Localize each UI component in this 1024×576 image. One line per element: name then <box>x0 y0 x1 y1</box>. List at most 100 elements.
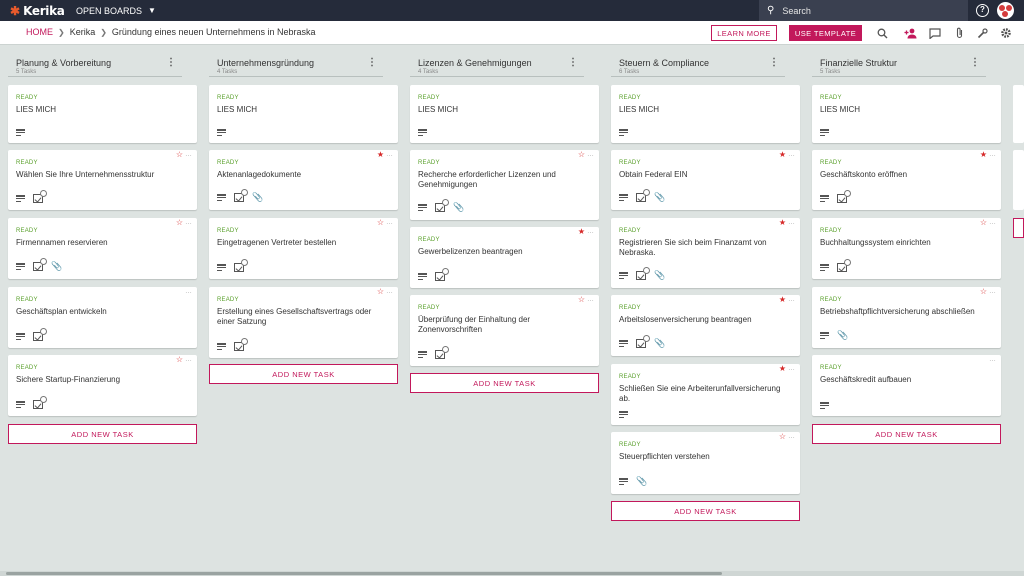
more-vertical-icon[interactable]: ⋮ <box>970 57 980 68</box>
add-new-task-button[interactable]: ADD NEW TASK <box>410 373 599 393</box>
card-more-icon[interactable]: … <box>788 365 795 372</box>
breadcrumb-home[interactable]: HOME <box>26 27 53 37</box>
search-placeholder: Search <box>782 5 811 16</box>
task-card[interactable]: READY Betriebshaftpflichtversicherung abs… <box>812 287 1001 348</box>
task-card[interactable]: READY Aktenanlagedokumente ★… 📎 <box>209 150 398 210</box>
task-card[interactable]: READY Sichere Startup-Finanzierung ☆… <box>8 355 197 416</box>
search-input[interactable]: ⚲ Search <box>759 0 968 21</box>
description-icon <box>16 263 25 270</box>
star-filled-icon[interactable]: ★ <box>779 150 786 159</box>
more-vertical-icon[interactable]: ⋮ <box>166 57 176 68</box>
star-filled-icon[interactable]: ★ <box>779 218 786 227</box>
learn-more-button[interactable]: LEARN MORE <box>711 25 777 41</box>
task-card[interactable]: READY Geschäftsplan entwickeln… <box>8 287 197 348</box>
avatar[interactable] <box>997 2 1014 19</box>
card-more-icon[interactable]: … <box>989 151 996 158</box>
star-outline-icon[interactable]: ☆ <box>176 150 183 159</box>
card-more-icon[interactable]: … <box>185 356 192 363</box>
task-card[interactable]: READY Gewerbelizenzen beantragen ★… <box>410 227 599 288</box>
task-card[interactable]: READY Geschäftskredit aufbauen… <box>812 355 1001 416</box>
description-icon <box>619 478 628 485</box>
star-outline-icon[interactable]: ☆ <box>176 355 183 364</box>
add-new-task-button[interactable]: ADD NEW TASK <box>812 424 1001 444</box>
add-new-task-button[interactable]: ADD NEW TASK <box>209 364 398 384</box>
star-filled-icon[interactable]: ★ <box>980 150 987 159</box>
card-more-icon[interactable]: … <box>788 151 795 158</box>
card-more-icon[interactable]: … <box>788 296 795 303</box>
add-user-icon[interactable] <box>903 26 917 40</box>
horizontal-scrollbar[interactable] <box>0 571 1024 576</box>
wrench-icon[interactable] <box>975 26 989 40</box>
task-card[interactable]: READY Steuerpflichten verstehen ☆… 📎 <box>611 432 800 494</box>
add-new-task-button[interactable]: ADD NEW TASK <box>611 501 800 521</box>
add-new-task-button[interactable]: ADD NEW TASK <box>8 424 197 444</box>
more-vertical-icon[interactable]: ⋮ <box>568 57 578 68</box>
task-card[interactable]: READY Buchhaltungssystem einrichten ☆… <box>812 218 1001 279</box>
star-outline-icon[interactable]: ☆ <box>779 432 786 441</box>
open-boards-menu[interactable]: OPEN BOARDS ▼ <box>76 6 156 16</box>
star-filled-icon[interactable]: ★ <box>779 364 786 373</box>
breadcrumb-org[interactable]: Kerika <box>70 27 96 37</box>
card-more-icon[interactable]: … <box>989 219 996 226</box>
task-card[interactable]: READY LIES MICH <box>611 85 800 143</box>
task-card[interactable]: READY Obtain Federal EIN ★… 📎 <box>611 150 800 210</box>
card-more-icon[interactable]: … <box>386 151 393 158</box>
task-card-icons <box>820 402 837 409</box>
card-more-icon[interactable]: … <box>185 219 192 226</box>
card-more-icon[interactable]: … <box>989 356 996 363</box>
card-more-icon[interactable]: … <box>587 228 594 235</box>
column-title[interactable]: Steuern & Compliance <box>619 58 709 68</box>
task-card[interactable] <box>1013 150 1024 210</box>
chat-icon[interactable] <box>928 26 942 40</box>
task-card[interactable]: READY Recherche erforderlicher Lizenzen u… <box>410 150 599 220</box>
task-card[interactable]: READY LIES MICH <box>8 85 197 143</box>
task-card[interactable]: READY LIES MICH <box>812 85 1001 143</box>
star-outline-icon[interactable]: ☆ <box>578 295 585 304</box>
gear-icon[interactable] <box>999 26 1013 40</box>
attachment-icon[interactable] <box>952 26 966 40</box>
more-vertical-icon[interactable]: ⋮ <box>367 57 377 68</box>
more-vertical-icon[interactable]: ⋮ <box>769 57 779 68</box>
task-card[interactable]: READY Schließen Sie eine Arbeiterunfallve… <box>611 364 800 425</box>
task-card[interactable]: READY Eingetragenen Vertreter bestellen ☆… <box>209 218 398 279</box>
task-card[interactable]: READY Firmennamen reservieren ☆… 📎 <box>8 218 197 279</box>
star-outline-icon[interactable]: ☆ <box>980 218 987 227</box>
task-card[interactable]: READY Wählen Sie Ihre Unternehmensstruktu… <box>8 150 197 210</box>
card-more-icon[interactable]: … <box>185 151 192 158</box>
card-more-icon[interactable]: … <box>185 288 192 295</box>
star-filled-icon[interactable]: ★ <box>377 150 384 159</box>
star-filled-icon[interactable]: ★ <box>779 295 786 304</box>
column-title[interactable]: Finanzielle Struktur <box>820 58 897 68</box>
card-more-icon[interactable]: … <box>386 219 393 226</box>
star-outline-icon[interactable]: ☆ <box>377 218 384 227</box>
star-outline-icon[interactable]: ☆ <box>980 287 987 296</box>
task-card[interactable]: READY LIES MICH <box>209 85 398 143</box>
task-card[interactable]: READY Registrieren Sie sich beim Finanzam… <box>611 218 800 288</box>
card-more-icon[interactable]: … <box>386 288 393 295</box>
add-new-task-button[interactable] <box>1013 218 1024 238</box>
column-title[interactable]: Unternehmensgründung <box>217 58 314 68</box>
task-card[interactable]: READY Erstellung eines Gesellschaftsvertr… <box>209 287 398 358</box>
column-title[interactable]: Lizenzen & Genehmigungen <box>418 58 532 68</box>
task-card[interactable]: READY Überprüfung der Einhaltung der Zone… <box>410 295 599 366</box>
task-card[interactable]: READY LIES MICH <box>410 85 599 143</box>
task-card[interactable]: READY Geschäftskonto eröffnen ★… <box>812 150 1001 210</box>
card-more-icon[interactable]: … <box>788 219 795 226</box>
card-more-icon[interactable]: … <box>587 151 594 158</box>
task-card[interactable] <box>1013 85 1024 143</box>
task-card[interactable]: READY Arbeitslosenversicherung beantragen… <box>611 295 800 356</box>
card-more-icon[interactable]: … <box>788 433 795 440</box>
column-title[interactable]: Planung & Vorbereitung <box>16 58 111 68</box>
star-filled-icon[interactable]: ★ <box>578 227 585 236</box>
scrollbar-thumb[interactable] <box>6 572 722 575</box>
use-template-button[interactable]: USE TEMPLATE <box>789 25 862 41</box>
board-header: HOME ❯ Kerika ❯ Gründung eines neuen Unt… <box>0 21 1024 45</box>
star-outline-icon[interactable]: ☆ <box>578 150 585 159</box>
card-more-icon[interactable]: … <box>587 296 594 303</box>
star-outline-icon[interactable]: ☆ <box>377 287 384 296</box>
search-icon[interactable] <box>875 26 889 40</box>
help-icon[interactable]: ? <box>976 4 989 17</box>
star-outline-icon[interactable]: ☆ <box>176 218 183 227</box>
kerika-logo[interactable]: ✱ Kerika <box>10 4 66 18</box>
card-more-icon[interactable]: … <box>989 288 996 295</box>
